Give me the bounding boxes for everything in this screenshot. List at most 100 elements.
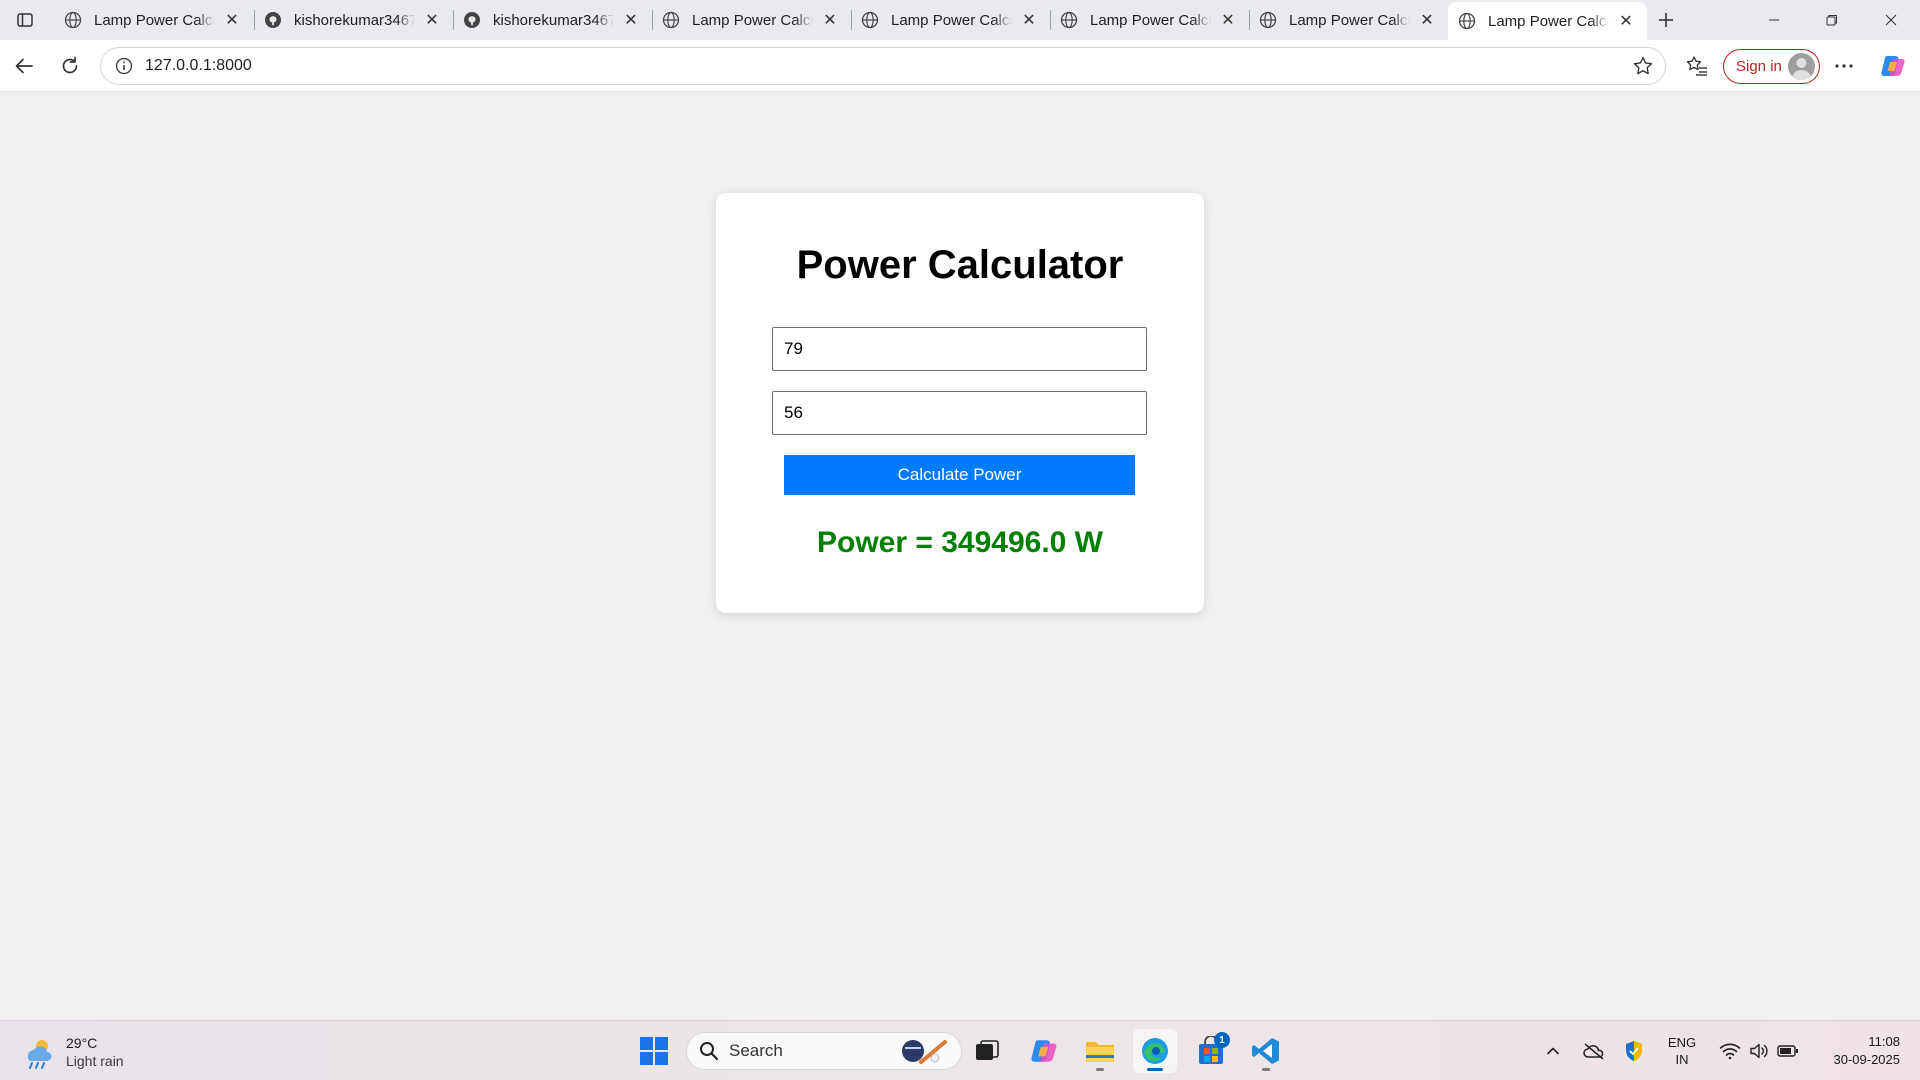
input-field-2[interactable]: 56 [772, 391, 1147, 435]
volume-icon [1750, 1043, 1768, 1059]
back-arrow-icon [15, 58, 33, 74]
battery-icon [1777, 1045, 1798, 1057]
weather-condition: Light rain [66, 1053, 124, 1069]
tab-6[interactable]: Lamp Power Calcu ✕ [1050, 4, 1249, 36]
tab-3[interactable]: kishorekumar3467 ✕ [453, 4, 652, 36]
favorite-star-icon[interactable] [1625, 48, 1661, 84]
clock[interactable]: 11:08 30-09-2025 [1808, 1031, 1901, 1071]
globe-icon [1259, 11, 1277, 29]
onedrive-button[interactable] [1580, 1031, 1608, 1071]
microsoft-store-button[interactable]: 1 [1189, 1029, 1233, 1073]
close-icon[interactable]: ✕ [421, 9, 443, 31]
tab-title: Lamp Power Calcu [692, 11, 813, 29]
globe-icon [64, 11, 82, 29]
tab-1[interactable]: Lamp Power Calcu ✕ [54, 4, 253, 36]
language-region: IN [1675, 1052, 1689, 1067]
task-view-icon [976, 1040, 999, 1060]
globe-icon [1060, 11, 1078, 29]
tab-5[interactable]: Lamp Power Calcu ✕ [851, 4, 1050, 36]
close-icon[interactable]: ✕ [620, 9, 642, 31]
copilot-icon [1881, 56, 1905, 76]
running-indicator [1096, 1068, 1104, 1071]
shield-icon [1626, 1041, 1642, 1061]
tab-7[interactable]: Lamp Power Calcu ✕ [1249, 4, 1448, 36]
refresh-button[interactable] [54, 50, 86, 82]
tab-title: kishorekumar3467 [294, 11, 415, 29]
tab-title: Lamp Power Calcu [891, 11, 1012, 29]
favorites-button[interactable] [1681, 50, 1713, 82]
folder-icon [1086, 1042, 1114, 1062]
close-icon[interactable]: ✕ [1416, 9, 1438, 31]
minimize-icon [1769, 19, 1779, 21]
tab-title: Lamp Power Calcu [1289, 11, 1410, 29]
notification-badge: 1 [1214, 1032, 1230, 1048]
calculate-power-button[interactable]: Calculate Power [784, 455, 1135, 495]
chevron-up-icon [1547, 1047, 1559, 1055]
close-icon[interactable]: ✕ [1615, 10, 1637, 32]
vscode-button[interactable] [1244, 1029, 1288, 1073]
close-icon[interactable]: ✕ [221, 9, 243, 31]
show-hidden-icons-button[interactable] [1540, 1031, 1566, 1071]
more-dots-icon [1835, 64, 1853, 68]
taskbar-search[interactable]: Search [686, 1032, 962, 1070]
search-highlight-icon [902, 1040, 947, 1064]
sign-in-button[interactable]: Sign in [1723, 49, 1820, 84]
tab-2[interactable]: kishorekumar3467 ✕ [254, 4, 453, 36]
active-indicator [1147, 1068, 1163, 1071]
info-icon[interactable] [105, 47, 143, 85]
tab-title: Lamp Power Calcu [1488, 12, 1609, 30]
language-indicator[interactable]: ENG IN [1660, 1031, 1704, 1071]
clock-date: 30-09-2025 [1833, 1052, 1901, 1067]
browser-toolbar: 127.0.0.1:8000 Sign in [0, 40, 1920, 92]
tab-8-active[interactable]: Lamp Power Calcu ✕ [1448, 2, 1647, 40]
new-tab-button[interactable] [1652, 6, 1680, 34]
windows-logo-icon [640, 1037, 668, 1065]
cloud-off-icon [1583, 1043, 1604, 1060]
edge-browser-button[interactable] [1133, 1029, 1177, 1073]
copilot-icon [1031, 1040, 1057, 1062]
url-text[interactable]: 127.0.0.1:8000 [145, 57, 1625, 75]
search-label: Search [729, 1041, 783, 1060]
tab-title: Lamp Power Calcu [94, 11, 215, 29]
tab-actions-button[interactable] [8, 6, 42, 34]
back-button[interactable] [8, 50, 40, 82]
security-button[interactable] [1620, 1031, 1648, 1071]
weather-temperature: 29°C [66, 1035, 98, 1051]
plus-icon [1659, 13, 1673, 27]
github-icon [264, 11, 282, 29]
sign-in-label: Sign in [1736, 58, 1782, 75]
tab-title: Lamp Power Calcu [1090, 11, 1211, 29]
close-window-button[interactable] [1862, 0, 1920, 40]
restore-icon [1826, 15, 1837, 26]
tab-4[interactable]: Lamp Power Calcu ✕ [652, 4, 851, 36]
start-button[interactable] [632, 1029, 676, 1073]
close-icon[interactable]: ✕ [819, 9, 841, 31]
copilot-button[interactable] [1877, 50, 1909, 82]
tab-strip: Lamp Power Calcu ✕ kishorekumar3467 ✕ ki… [0, 0, 1920, 40]
rain-cloud-icon [27, 1040, 52, 1069]
running-indicator [1262, 1068, 1270, 1071]
close-icon[interactable]: ✕ [1018, 9, 1040, 31]
quick-settings-button[interactable] [1714, 1031, 1804, 1071]
language-code: ENG [1667, 1035, 1697, 1050]
copilot-taskbar-button[interactable] [1022, 1029, 1066, 1073]
wifi-icon [1719, 1043, 1741, 1060]
restore-button[interactable] [1803, 0, 1861, 40]
taskbar: 29°C Light rain Search 1 ENG IN 11:08 30… [0, 1020, 1920, 1080]
tab-title: kishorekumar3467 [493, 11, 614, 29]
edge-icon [1142, 1038, 1168, 1064]
globe-icon [662, 11, 680, 29]
settings-more-button[interactable] [1828, 50, 1860, 82]
calculator-card: Power Calculator 79 56 Calculate Power P… [716, 193, 1204, 613]
weather-widget[interactable]: 29°C Light rain [20, 1031, 124, 1073]
address-bar[interactable]: 127.0.0.1:8000 [100, 47, 1666, 85]
minimize-button[interactable] [1745, 0, 1803, 40]
task-view-button[interactable] [965, 1029, 1009, 1073]
close-icon[interactable]: ✕ [1217, 9, 1239, 31]
globe-icon [1458, 12, 1476, 30]
page-viewport: Power Calculator 79 56 Calculate Power P… [4, 93, 1916, 1018]
avatar [1788, 53, 1815, 80]
input-field-1[interactable]: 79 [772, 327, 1147, 371]
file-explorer-button[interactable] [1078, 1029, 1122, 1073]
globe-icon [861, 11, 879, 29]
